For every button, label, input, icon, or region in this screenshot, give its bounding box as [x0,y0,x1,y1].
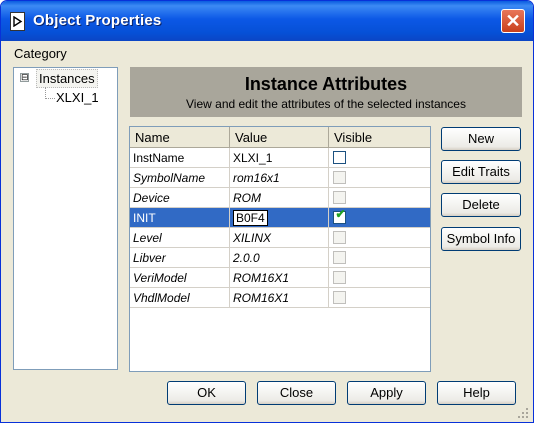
apply-button[interactable]: Apply [347,381,426,405]
visible-checkbox[interactable] [333,271,346,284]
attribute-value-text: ROM [233,190,261,205]
tree-item-xlxi-1[interactable]: XLXI_1 [56,90,99,105]
category-label: Category [14,46,67,61]
attribute-value-text: XILINX [233,230,272,245]
resize-grip-icon[interactable] [513,403,531,421]
attribute-value-cell[interactable]: rom16x1 [229,167,329,188]
attribute-name-cell[interactable]: VhdlModel [130,287,230,308]
table-row[interactable]: INIT B0F4 ✔ [130,207,430,228]
attribute-value-cell[interactable]: B0F4 [229,207,329,228]
visible-checkbox[interactable] [333,291,346,304]
attribute-value-cell[interactable]: ROM [229,187,329,208]
visible-cell [328,187,430,208]
tree-connector [45,98,55,99]
tree-item-instances[interactable]: Instances [36,69,98,88]
visible-cell [328,227,430,248]
visible-checkbox[interactable]: ✔ [333,207,346,224]
checkmark-icon: ✔ [335,207,346,221]
title-bar[interactable]: Object Properties ✕ [1,1,533,41]
help-button[interactable]: Help [437,381,516,405]
visible-checkbox[interactable] [333,151,346,164]
window-title: Object Properties [33,12,162,29]
visible-cell: ✔ [328,207,430,228]
attribute-value-cell[interactable]: 2.0.0 [229,247,329,268]
visible-checkbox[interactable] [333,251,346,264]
visible-cell [328,267,430,288]
column-header-value[interactable]: Value [229,127,329,148]
attribute-value-text: 2.0.0 [233,250,260,265]
ok-button[interactable]: OK [167,381,246,405]
close-button[interactable]: Close [257,381,336,405]
category-tree[interactable]: ⊟ Instances XLXI_1 [13,67,118,370]
attribute-name-cell[interactable]: INIT [130,207,230,228]
table-row[interactable]: SymbolName rom16x1 [130,167,430,188]
attribute-value-cell[interactable]: ROM16X1 [229,267,329,288]
attribute-name-cell[interactable]: Level [130,227,230,248]
close-icon: ✕ [505,11,521,31]
table-row[interactable]: VhdlModel ROM16X1 [130,287,430,308]
close-window-button[interactable]: ✕ [501,9,525,33]
table-row[interactable]: Libver 2.0.0 [130,247,430,268]
attribute-value-text: ROM16X1 [233,290,290,305]
attribute-value-text: ROM16X1 [233,270,290,285]
table-row[interactable]: Device ROM [130,187,430,208]
attributes-grid[interactable]: Name Value Visible InstName XLXI_1 SymbolN… [129,126,431,372]
table-row[interactable]: InstName XLXI_1 [130,147,430,168]
visible-checkbox[interactable] [333,231,346,244]
attribute-value-cell[interactable]: XILINX [229,227,329,248]
object-properties-dialog: Object Properties ✕ Category ⊟ Instances… [0,0,534,423]
attribute-value-text[interactable]: B0F4 [233,209,268,226]
panel-title: Instance Attributes [244,74,408,94]
column-header-visible[interactable]: Visible [328,127,430,148]
table-row[interactable]: Level XILINX [130,227,430,248]
collapse-icon[interactable]: ⊟ [20,73,29,82]
attribute-name-cell[interactable]: SymbolName [130,167,230,188]
attribute-name-cell[interactable]: VeriModel [130,267,230,288]
table-row[interactable]: VeriModel ROM16X1 [130,267,430,288]
visible-checkbox[interactable] [333,191,346,204]
edit-traits-button[interactable]: Edit Traits [441,160,521,184]
new-button[interactable]: New [441,127,521,151]
visible-cell [328,147,430,168]
attribute-value-text: rom16x1 [233,170,280,185]
attribute-value-text: XLXI_1 [233,150,273,165]
delete-button[interactable]: Delete [441,193,521,217]
visible-cell [328,167,430,188]
symbol-info-button[interactable]: Symbol Info [441,227,521,251]
attributes-header: Instance Attributes View and edit the at… [130,67,522,117]
attribute-name-cell[interactable]: InstName [130,147,230,168]
attribute-name-cell[interactable]: Device [130,187,230,208]
panel-subtitle: View and edit the attributes of the sele… [186,97,466,111]
column-header-name[interactable]: Name [130,127,230,148]
attribute-value-cell[interactable]: XLXI_1 [229,147,329,168]
attribute-value-cell[interactable]: ROM16X1 [229,287,329,308]
visible-cell [328,287,430,308]
visible-checkbox[interactable] [333,171,346,184]
visible-cell [328,247,430,268]
app-icon [10,12,25,31]
attribute-name-cell[interactable]: Libver [130,247,230,268]
